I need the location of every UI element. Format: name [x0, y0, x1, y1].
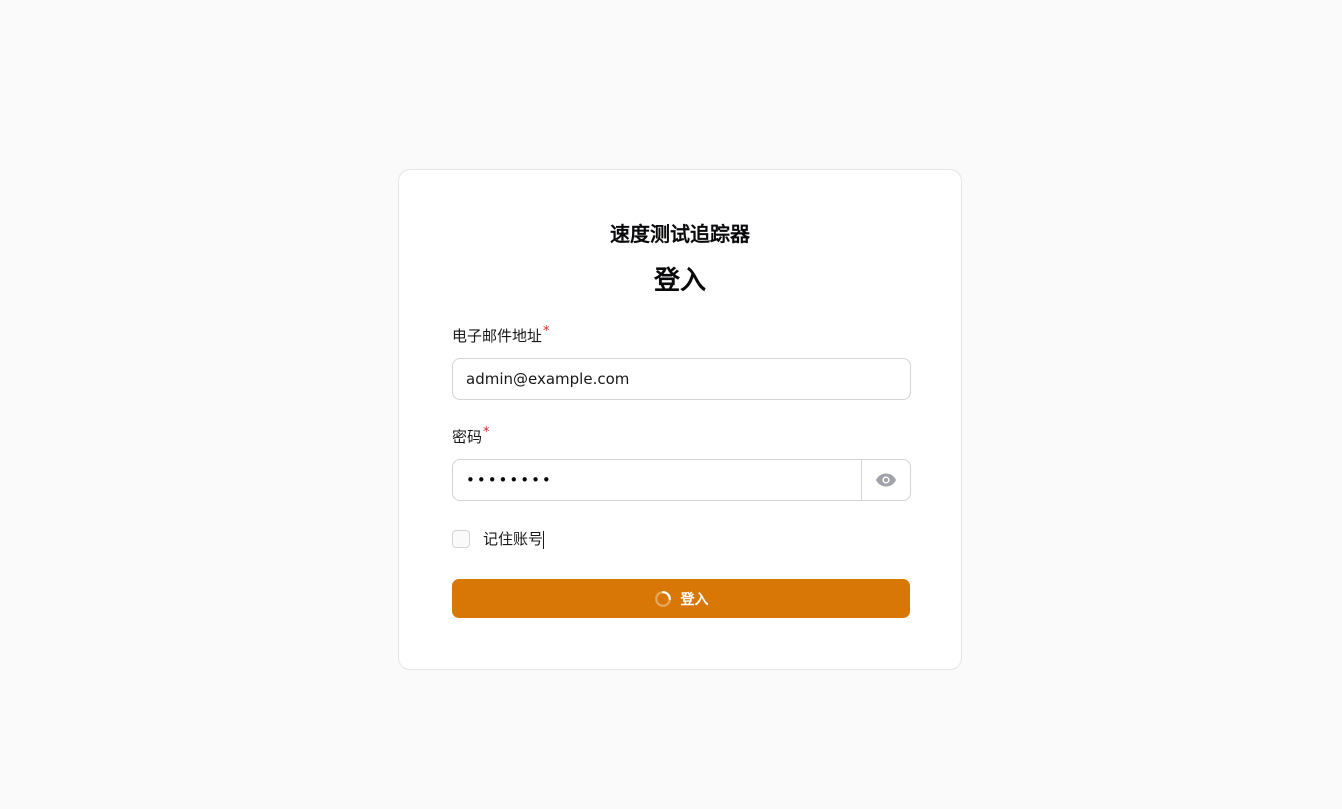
toggle-password-visibility-button[interactable] — [862, 460, 910, 500]
remember-label-text: 记住账号 — [483, 530, 544, 548]
password-label: 密码* — [452, 425, 490, 447]
email-field[interactable] — [452, 358, 911, 400]
email-label-text: 电子邮件地址 — [452, 327, 543, 345]
login-button-label: 登入 — [680, 591, 709, 608]
eye-icon — [876, 473, 896, 487]
text-caret — [543, 530, 545, 549]
app-title: 速度测试追踪器 — [610, 222, 750, 246]
password-label-text: 密码 — [452, 428, 483, 446]
spinner-icon — [654, 590, 671, 607]
password-field-group — [452, 459, 911, 501]
login-card: 速度测试追踪器 登入 电子邮件地址* 密码* 记住账号 登入 — [398, 169, 962, 670]
email-label: 电子邮件地址* — [452, 324, 550, 346]
required-mark: * — [543, 324, 550, 339]
login-button[interactable]: 登入 — [452, 579, 910, 618]
remember-label[interactable]: 记住账号 — [483, 529, 545, 549]
remember-checkbox[interactable] — [452, 530, 470, 548]
password-field[interactable] — [453, 460, 861, 500]
required-mark: * — [483, 425, 490, 440]
page-title: 登入 — [653, 266, 706, 296]
